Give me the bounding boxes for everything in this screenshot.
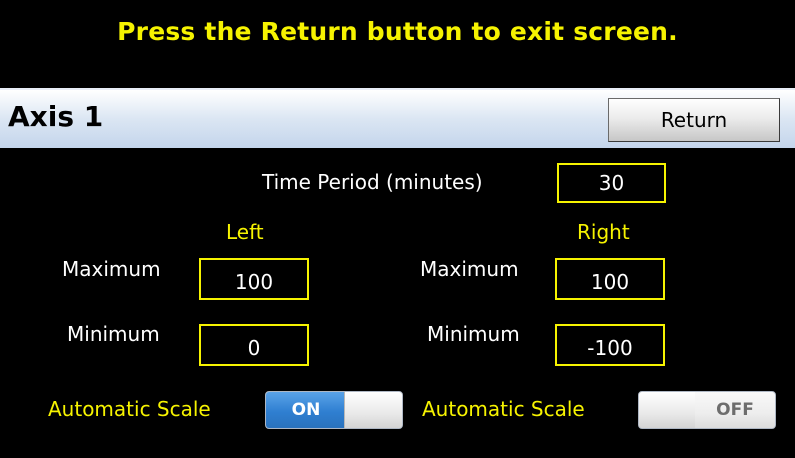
right-minimum-field[interactable]: -100: [555, 324, 665, 366]
toggle-knob: [344, 392, 402, 428]
left-column-heading: Left: [226, 220, 264, 244]
right-minimum-label: Minimum: [427, 322, 520, 346]
left-auto-scale-toggle[interactable]: ON: [265, 391, 403, 429]
left-auto-scale-label: Automatic Scale: [48, 397, 211, 421]
right-column-heading: Right: [577, 220, 630, 244]
toggle-state-label: ON: [266, 392, 346, 428]
right-maximum-field[interactable]: 100: [555, 258, 665, 300]
instruction-banner: Press the Return button to exit screen.: [0, 0, 795, 88]
time-period-field[interactable]: 30: [557, 163, 666, 203]
toggle-knob: [639, 392, 697, 428]
right-auto-scale-label: Automatic Scale: [422, 397, 585, 421]
left-maximum-field[interactable]: 100: [199, 258, 309, 300]
right-maximum-label: Maximum: [420, 257, 519, 281]
page-title: Axis 1: [8, 100, 104, 133]
right-auto-scale-toggle[interactable]: OFF: [638, 391, 776, 429]
time-period-label: Time Period (minutes): [262, 170, 483, 194]
left-maximum-label: Maximum: [62, 257, 161, 281]
header-bar: Axis 1 Return: [0, 88, 795, 148]
left-minimum-label: Minimum: [67, 322, 160, 346]
instruction-text: Press the Return button to exit screen.: [117, 17, 678, 46]
left-minimum-field[interactable]: 0: [199, 324, 309, 366]
return-button[interactable]: Return: [608, 98, 780, 142]
toggle-state-label: OFF: [695, 392, 775, 428]
